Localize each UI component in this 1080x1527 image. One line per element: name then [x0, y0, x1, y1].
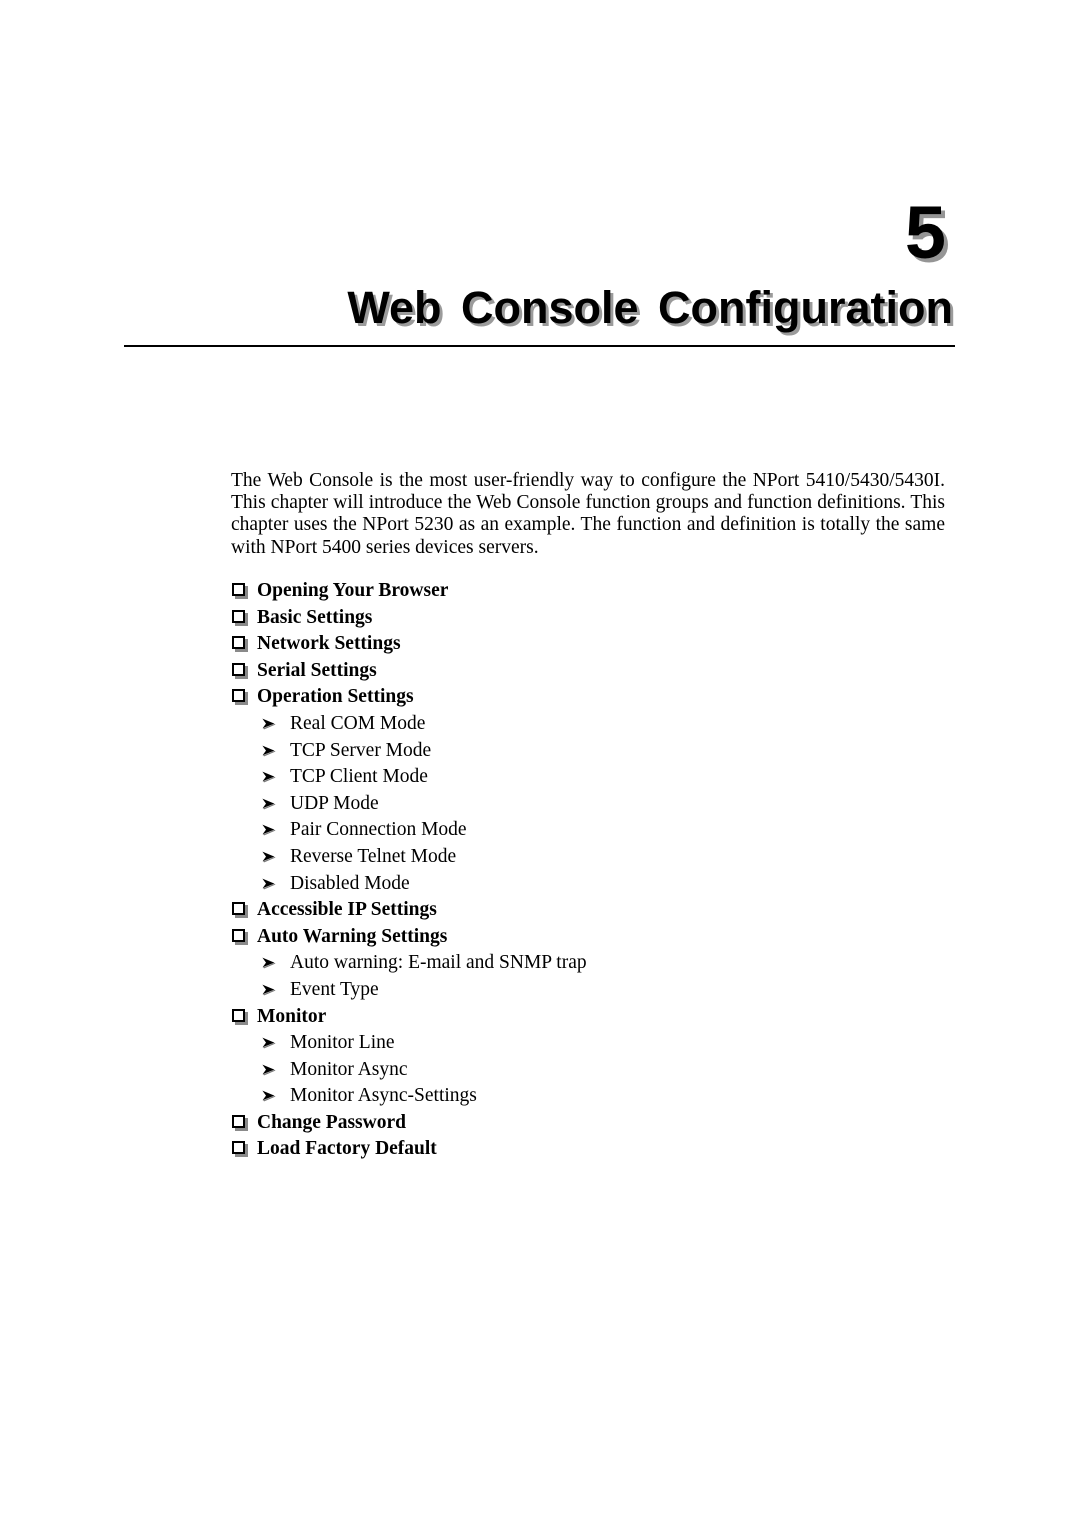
outline-item: Network Settings — [231, 631, 951, 658]
outline-item-label: Monitor — [257, 1005, 327, 1027]
hollow-square-icon — [231, 1110, 249, 1137]
hollow-square-icon — [231, 1136, 249, 1163]
outline-subitem: Auto warning: E-mail and SNMP trap — [231, 950, 951, 977]
outline-subitem: Real COM Mode — [231, 711, 951, 738]
chapter-header: 5 Web Console Configuration — [124, 196, 955, 355]
outline-subitem: TCP Client Mode — [231, 764, 951, 791]
outline-subitem: Event Type — [231, 977, 951, 1004]
document-page: 5 Web Console Configuration The Web Cons… — [0, 0, 1080, 1527]
outline-item-label: Monitor Line — [290, 1032, 395, 1054]
outline-item-label: Reverse Telnet Mode — [290, 845, 457, 867]
outline-item-label: Event Type — [290, 978, 379, 1000]
arrowhead-icon — [261, 738, 281, 765]
outline-subitem: Reverse Telnet Mode — [231, 844, 951, 871]
hollow-square-icon — [231, 631, 249, 658]
arrowhead-icon — [261, 950, 281, 977]
outline-subitem: Disabled Mode — [231, 871, 951, 898]
hollow-square-icon — [231, 605, 249, 632]
outline-subitem: Monitor Async — [231, 1057, 951, 1084]
outline-item: Operation Settings — [231, 684, 951, 711]
outline-item: Change Password — [231, 1110, 951, 1137]
outline-item: Serial Settings — [231, 658, 951, 685]
outline-item-label: Disabled Mode — [290, 872, 410, 894]
outline-item: Opening Your Browser — [231, 578, 951, 605]
outline-item: Monitor — [231, 1004, 951, 1031]
outline-item: Basic Settings — [231, 605, 951, 632]
outline-subitem: UDP Mode — [231, 791, 951, 818]
hollow-square-icon — [231, 1004, 249, 1031]
outline-item-label: Serial Settings — [257, 659, 377, 681]
hollow-square-icon — [231, 924, 249, 951]
arrowhead-icon — [261, 1083, 281, 1110]
outline-item-label: Change Password — [257, 1111, 406, 1133]
outline-subitem: Pair Connection Mode — [231, 817, 951, 844]
outline-item: Auto Warning Settings — [231, 924, 951, 951]
arrowhead-icon — [261, 871, 281, 898]
arrowhead-icon — [261, 844, 281, 871]
outline-item: Accessible IP Settings — [231, 897, 951, 924]
arrowhead-icon — [261, 977, 281, 1004]
arrowhead-icon — [261, 1057, 281, 1084]
arrowhead-icon — [261, 711, 281, 738]
outline-item-label: Operation Settings — [257, 686, 414, 708]
outline-item-label: TCP Client Mode — [290, 766, 428, 788]
outline-item: Load Factory Default — [231, 1136, 951, 1163]
hollow-square-icon — [231, 684, 249, 711]
outline-item-label: Opening Your Browser — [257, 580, 449, 601]
header-divider — [124, 345, 955, 347]
outline-item-label: Pair Connection Mode — [290, 819, 467, 841]
hollow-square-icon — [231, 897, 249, 924]
outline-subitem: TCP Server Mode — [231, 738, 951, 765]
outline-item-label: UDP Mode — [290, 792, 379, 814]
outline-item-label: Accessible IP Settings — [257, 899, 437, 921]
outline-subitem: Monitor Line — [231, 1030, 951, 1057]
hollow-square-icon — [231, 578, 249, 605]
arrowhead-icon — [261, 1030, 281, 1057]
outline-subitem: Monitor Async-Settings — [231, 1083, 951, 1110]
chapter-title: Web Console Configuration — [347, 282, 953, 333]
outline-item-label: Basic Settings — [257, 606, 373, 628]
outline-item-label: Monitor Async-Settings — [290, 1085, 477, 1107]
arrowhead-icon — [261, 791, 281, 818]
outline-item-label: Real COM Mode — [290, 712, 426, 734]
chapter-number: 5 — [904, 191, 946, 274]
arrowhead-icon — [261, 764, 281, 791]
outline-item-label: Monitor Async — [290, 1058, 408, 1080]
chapter-outline-list: Opening Your Browser Basic Settings Networ… — [231, 578, 951, 1163]
outline-item-label: Auto warning: E-mail and SNMP trap — [290, 952, 587, 974]
outline-item-label: Load Factory Default — [257, 1138, 437, 1160]
outline-item-label: TCP Server Mode — [290, 739, 432, 761]
hollow-square-icon — [231, 658, 249, 685]
outline-item-label: Network Settings — [257, 633, 401, 655]
arrowhead-icon — [261, 817, 281, 844]
intro-paragraph: The Web Console is the most user-friendl… — [231, 469, 945, 558]
outline-item-label: Auto Warning Settings — [257, 925, 448, 947]
